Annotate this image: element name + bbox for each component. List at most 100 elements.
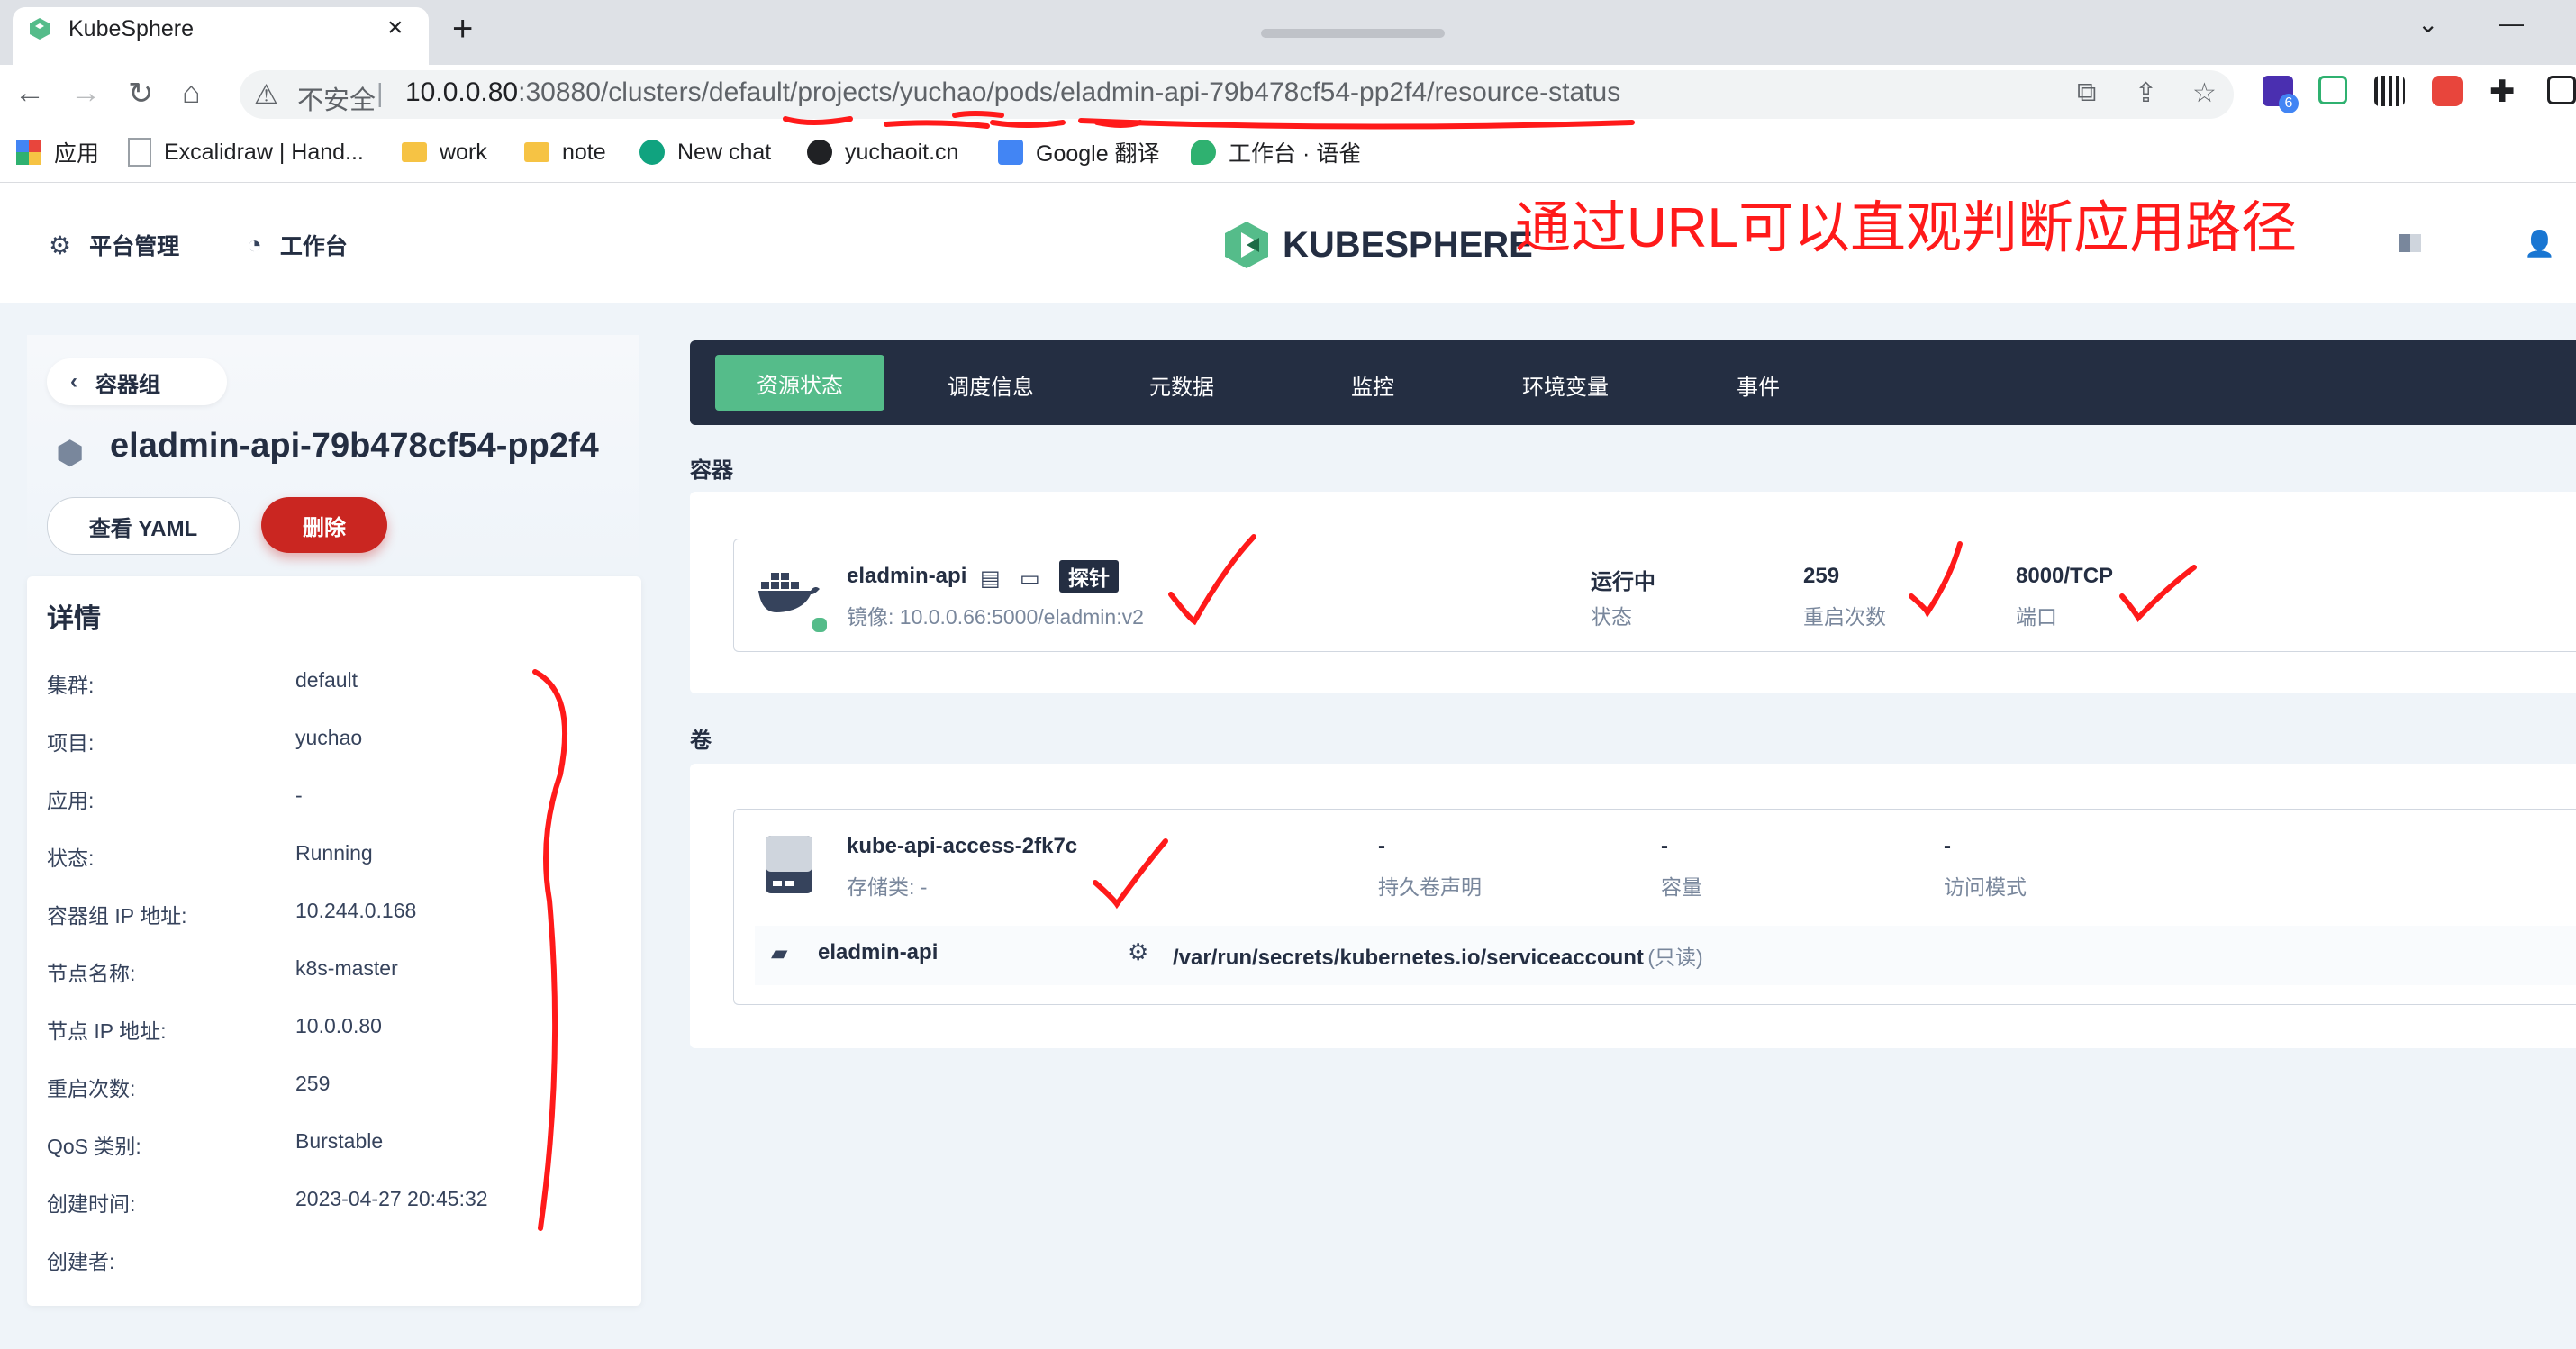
container-logs-icon[interactable]: ▤ bbox=[980, 566, 1001, 592]
detail-label: 状态: bbox=[47, 847, 95, 870]
detail-value: 2023-04-27 20:45:32 bbox=[295, 1187, 488, 1210]
extension-badge: 6 bbox=[2279, 94, 2299, 113]
volume-name: kube-api-access-2fk7c bbox=[847, 834, 1078, 858]
bookmark-yuchaoit[interactable]: yuchaoit.cn bbox=[807, 137, 958, 167]
container-image: 镜像: 10.0.0.66:5000/eladmin:v2 bbox=[847, 605, 1144, 629]
volumes-section-label: 卷 bbox=[690, 729, 712, 753]
detail-label: 创建者: bbox=[47, 1250, 115, 1273]
kubesphere-favicon-icon bbox=[30, 18, 50, 40]
back-arrow-icon[interactable]: ← bbox=[14, 76, 45, 111]
container-restarts-value: 259 bbox=[1803, 564, 1840, 588]
bookmark-star-icon[interactable]: ☆ bbox=[2192, 77, 2217, 109]
tab-strip-drag-handle[interactable] bbox=[1261, 29, 1445, 38]
volume-access-label: 访问模式 bbox=[1944, 875, 2027, 899]
url-port-path: :30880/clusters/default/projects/yuchao/… bbox=[518, 77, 1621, 107]
detail-value: default bbox=[295, 668, 358, 692]
tab-close-icon[interactable]: × bbox=[387, 13, 404, 43]
extension-leaf-icon[interactable] bbox=[2318, 76, 2347, 104]
volume-capacity-label: 容量 bbox=[1661, 875, 1702, 899]
detail-value: 10.0.0.80 bbox=[295, 1014, 382, 1037]
user-avatar-icon[interactable]: 👤 bbox=[2524, 229, 2555, 258]
platform-admin-link[interactable]: ⚙ 平台管理 bbox=[49, 229, 179, 261]
volume-access-value: - bbox=[1944, 834, 1951, 858]
side-panel-icon[interactable] bbox=[2547, 76, 2576, 104]
openai-icon bbox=[639, 140, 665, 165]
url-text[interactable]: 10.0.0.80:30880/clusters/default/project… bbox=[405, 77, 1620, 108]
probe-badge[interactable]: 探针 bbox=[1059, 560, 1119, 593]
annotation-text: 通过URL可以直观判断应用路径 bbox=[1515, 197, 2298, 259]
mount-path: /var/run/secrets/kubernetes.io/serviceac… bbox=[1173, 946, 1644, 970]
new-tab-button[interactable]: + bbox=[452, 9, 473, 50]
bookmark-new-chat[interactable]: New chat bbox=[639, 137, 771, 167]
container-name[interactable]: eladmin-api bbox=[847, 564, 966, 589]
share-icon[interactable]: ⇪ bbox=[2135, 77, 2157, 109]
home-icon[interactable]: ⌂ bbox=[182, 76, 201, 111]
reload-icon[interactable]: ↻ bbox=[128, 76, 154, 112]
detail-label: 容器组 IP 地址: bbox=[47, 904, 187, 928]
container-card[interactable] bbox=[733, 539, 2576, 652]
details-title: 详情 bbox=[47, 604, 101, 634]
forward-arrow-icon[interactable]: → bbox=[70, 76, 101, 111]
tab-search-chevron-icon[interactable]: ⌄ bbox=[2417, 9, 2438, 39]
extension-audio-icon[interactable] bbox=[2374, 76, 2405, 106]
volume-storage-class: 存储类: - bbox=[847, 875, 928, 899]
detail-label: 节点名称: bbox=[47, 962, 136, 985]
detail-value: - bbox=[295, 783, 303, 807]
detail-label: 集群: bbox=[47, 674, 95, 697]
detail-label: QoS 类别: bbox=[47, 1135, 141, 1158]
security-warning-icon[interactable]: ⚠ bbox=[254, 79, 278, 111]
tab-title: KubeSphere bbox=[68, 16, 195, 41]
page-title: eladmin-api-79b478cf54-pp2f4 bbox=[110, 427, 599, 465]
bookmark-note[interactable]: note bbox=[524, 137, 606, 167]
volume-capacity-value: - bbox=[1661, 834, 1668, 858]
container-port-value: 8000/TCP bbox=[2016, 564, 2114, 588]
kubesphere-logo[interactable]: KUBESPHERE bbox=[1223, 220, 1533, 270]
container-restarts-label: 重启次数 bbox=[1803, 605, 1886, 629]
detail-value: k8s-master bbox=[295, 956, 398, 980]
minimize-window-icon[interactable]: — bbox=[2499, 9, 2524, 38]
gear-icon: ⚙ bbox=[49, 231, 72, 259]
page-icon bbox=[128, 138, 151, 167]
extension-dice-icon[interactable] bbox=[2432, 76, 2463, 106]
insecure-label: 不安全 bbox=[297, 86, 376, 115]
translate-icon bbox=[998, 140, 1023, 165]
kubesphere-logo-icon bbox=[1225, 222, 1268, 268]
dashboard-icon: ◔ bbox=[247, 231, 262, 258]
tab-events[interactable]: 事件 bbox=[1737, 369, 1780, 401]
view-yaml-button[interactable]: 查看 YAML bbox=[47, 497, 240, 555]
delete-button[interactable]: 删除 bbox=[261, 497, 387, 553]
tab-monitoring[interactable]: 监控 bbox=[1351, 369, 1394, 401]
apps-grid-icon bbox=[16, 140, 41, 165]
translate-page-icon[interactable]: ⧉ bbox=[2077, 77, 2096, 108]
detail-label: 创建时间: bbox=[47, 1192, 136, 1216]
bookmark-google-translate[interactable]: Google 翻译 bbox=[998, 137, 1160, 167]
tab-scheduling-info[interactable]: 调度信息 bbox=[948, 369, 1034, 401]
back-to-pods-button[interactable]: ‹ 容器组 bbox=[47, 358, 227, 405]
mount-mode: (只读) bbox=[1647, 946, 1703, 969]
bookmark-excalidraw[interactable]: Excalidraw | Hand... bbox=[128, 137, 364, 167]
volume-pvc-value: - bbox=[1378, 834, 1385, 858]
detail-value: 10.244.0.168 bbox=[295, 899, 417, 922]
detail-label: 应用: bbox=[47, 789, 95, 812]
workbench-link[interactable]: ◔ 工作台 bbox=[247, 229, 348, 261]
container-terminal-icon[interactable]: ▭ bbox=[1020, 566, 1040, 592]
mount-path-text: /var/run/secrets/kubernetes.io/serviceac… bbox=[1173, 940, 1703, 971]
bookmark-work[interactable]: work bbox=[402, 137, 487, 167]
notification-icon[interactable] bbox=[2399, 234, 2421, 252]
volume-pvc-label: 持久卷声明 bbox=[1378, 875, 1482, 899]
running-status-dot bbox=[811, 616, 829, 634]
docker-icon bbox=[758, 573, 820, 612]
detail-value: yuchao bbox=[295, 726, 363, 749]
tab-resource-status[interactable]: 资源状态 bbox=[715, 355, 884, 411]
docker-small-icon: ▰ bbox=[771, 941, 788, 965]
bookmark-apps[interactable]: 应用 bbox=[16, 137, 99, 167]
mount-container-name: eladmin-api bbox=[818, 940, 939, 964]
tab-environment-variables[interactable]: 环境变量 bbox=[1522, 369, 1609, 401]
chevron-left-icon: ‹ bbox=[70, 369, 77, 394]
omnibox-separator: | bbox=[376, 79, 384, 108]
bookmark-yuque[interactable]: 工作台 · 语雀 bbox=[1191, 137, 1361, 167]
extensions-puzzle-icon[interactable]: ✚ bbox=[2490, 74, 2516, 110]
yuque-icon bbox=[1191, 140, 1216, 165]
containers-section-label: 容器 bbox=[690, 458, 733, 483]
tab-metadata[interactable]: 元数据 bbox=[1149, 369, 1214, 401]
